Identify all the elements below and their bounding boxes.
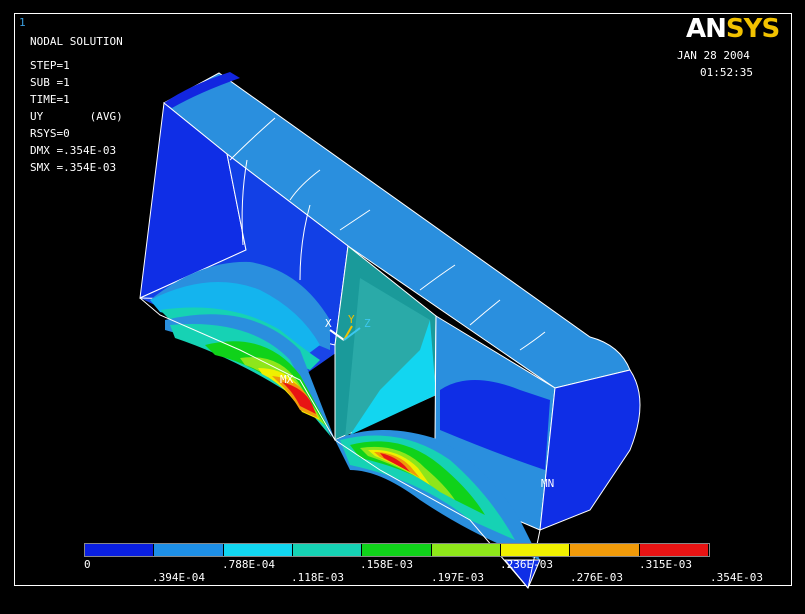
model-view[interactable] (0, 0, 805, 614)
legend-band-5 (362, 544, 432, 556)
legend-label-bottom-5: .354E-03 (710, 571, 763, 584)
legend-band-9 (639, 544, 709, 556)
plot-title: NODAL SOLUTION (30, 35, 123, 48)
legend-label-bottom-1: .394E-04 (152, 571, 205, 584)
contour-legend-bar (84, 543, 710, 557)
info-dmx: DMX =.354E-03 (30, 144, 117, 157)
legend-label-bottom-2: .118E-03 (291, 571, 344, 584)
triad-x-label: X (325, 317, 332, 330)
time-label: 01:52:35 (700, 66, 753, 79)
info-rsys: RSYS=0 (30, 127, 70, 140)
info-item: UY (AVG) (30, 110, 123, 123)
ansys-logo: ANSYS (686, 14, 780, 44)
min-marker: MN (541, 477, 555, 490)
info-time: TIME=1 (30, 93, 70, 106)
legend-label-top-3: .158E-03 (360, 558, 413, 571)
legend-label-bottom-3: .197E-03 (431, 571, 484, 584)
legend-band-8 (570, 544, 640, 556)
legend-label-bottom-4: .276E-03 (570, 571, 623, 584)
info-sub: SUB =1 (30, 76, 70, 89)
date-label: JAN 28 2004 (677, 49, 750, 62)
legend-band-2 (154, 544, 224, 556)
legend-label-top-1: 0 (84, 558, 91, 571)
legend-label-top-4: .236E-03 (500, 558, 553, 571)
legend-band-4 (292, 544, 363, 556)
info-smx: SMX =.354E-03 (30, 161, 117, 174)
legend-band-6 (431, 544, 501, 556)
window-number: 1 (19, 16, 26, 29)
max-marker: MX (280, 373, 294, 386)
legend-band-3 (223, 544, 293, 556)
legend-band-1 (85, 544, 155, 556)
legend-band-7 (500, 544, 571, 556)
legend-label-top-5: .315E-03 (639, 558, 692, 571)
triad-y-label: Y (348, 313, 355, 326)
triad-z-label: Z (364, 317, 371, 330)
legend-label-top-2: .788E-04 (222, 558, 275, 571)
info-step: STEP=1 (30, 59, 70, 72)
